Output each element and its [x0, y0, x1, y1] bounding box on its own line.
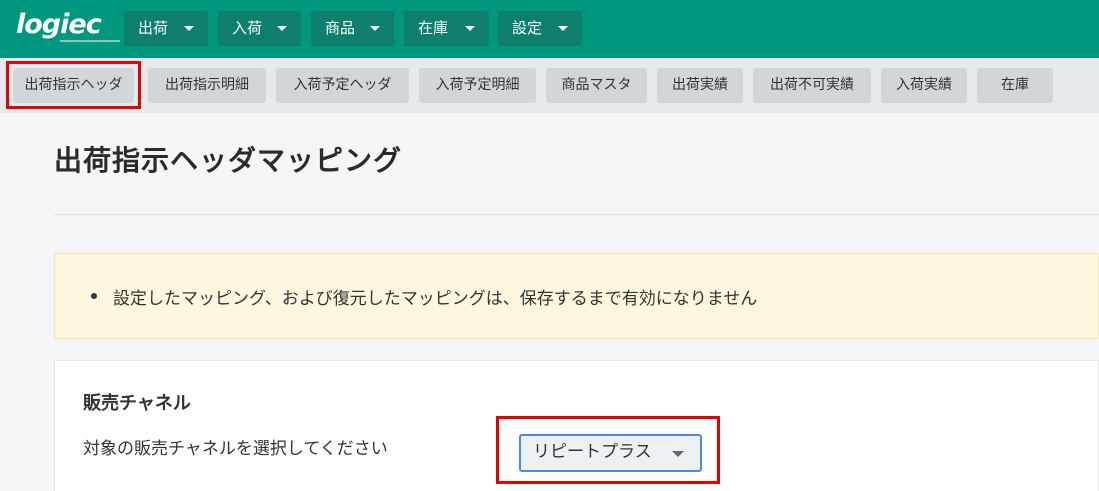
- caret-down-icon: [370, 26, 380, 31]
- tab-receiving-plan-detail[interactable]: 入荷予定明細: [419, 68, 536, 103]
- sales-channel-description: 対象の販売チャネルを選択してください: [83, 439, 388, 459]
- caret-down-icon: [465, 26, 475, 31]
- logo-text: logiec: [16, 9, 102, 40]
- menu-label: 設定: [512, 19, 543, 37]
- caret-down-icon: [558, 26, 568, 31]
- notice-message: 設定したマッピング、および復元したマッピングは、保存するまで有効になりません: [113, 289, 758, 309]
- menu-label: 在庫: [418, 19, 449, 37]
- tab-unshippable-results[interactable]: 出荷不可実績: [753, 68, 871, 103]
- bullet-icon: [91, 293, 97, 299]
- tab-shipping-results[interactable]: 出荷実績: [657, 68, 743, 103]
- tab-product-master[interactable]: 商品マスタ: [546, 68, 647, 103]
- menu-label: 出荷: [138, 19, 169, 37]
- tab-shipping-instruction-header[interactable]: 出荷指示ヘッダ: [13, 68, 134, 103]
- top-navigation-bar: logiec 出荷 入荷 商品 在庫 設定: [0, 0, 1099, 58]
- tab-inventory[interactable]: 在庫: [977, 68, 1053, 103]
- menu-label: 商品: [325, 19, 356, 37]
- sales-channel-selected-value: リピートプラス: [533, 442, 652, 462]
- tab-receiving-plan-header[interactable]: 入荷予定ヘッダ: [276, 68, 409, 103]
- notice-banner: 設定したマッピング、および復元したマッピングは、保存するまで有効になりません: [54, 253, 1099, 339]
- tab-receiving-results[interactable]: 入荷実績: [881, 68, 967, 103]
- menu-receiving[interactable]: 入荷: [218, 11, 301, 46]
- caret-down-icon: [184, 26, 194, 31]
- menu-settings[interactable]: 設定: [498, 11, 582, 46]
- sales-channel-title: 販売チャネル: [83, 393, 191, 414]
- menu-label: 入荷: [232, 19, 263, 37]
- page-title: 出荷指示ヘッダマッピング: [54, 144, 403, 177]
- sales-channel-card: 販売チャネル 対象の販売チャネルを選択してください リピートプラス: [54, 360, 1099, 491]
- title-divider: [54, 214, 1099, 215]
- caret-down-icon: [672, 451, 684, 457]
- caret-down-icon: [277, 26, 287, 31]
- logo-underline: [60, 40, 120, 42]
- menu-shipping[interactable]: 出荷: [124, 11, 208, 46]
- menu-inventory[interactable]: 在庫: [404, 11, 489, 46]
- tab-shipping-instruction-detail[interactable]: 出荷指示明細: [148, 68, 266, 103]
- menu-products[interactable]: 商品: [311, 11, 394, 46]
- sales-channel-select[interactable]: リピートプラス: [519, 434, 702, 472]
- logiec-logo[interactable]: logiec: [16, 9, 120, 46]
